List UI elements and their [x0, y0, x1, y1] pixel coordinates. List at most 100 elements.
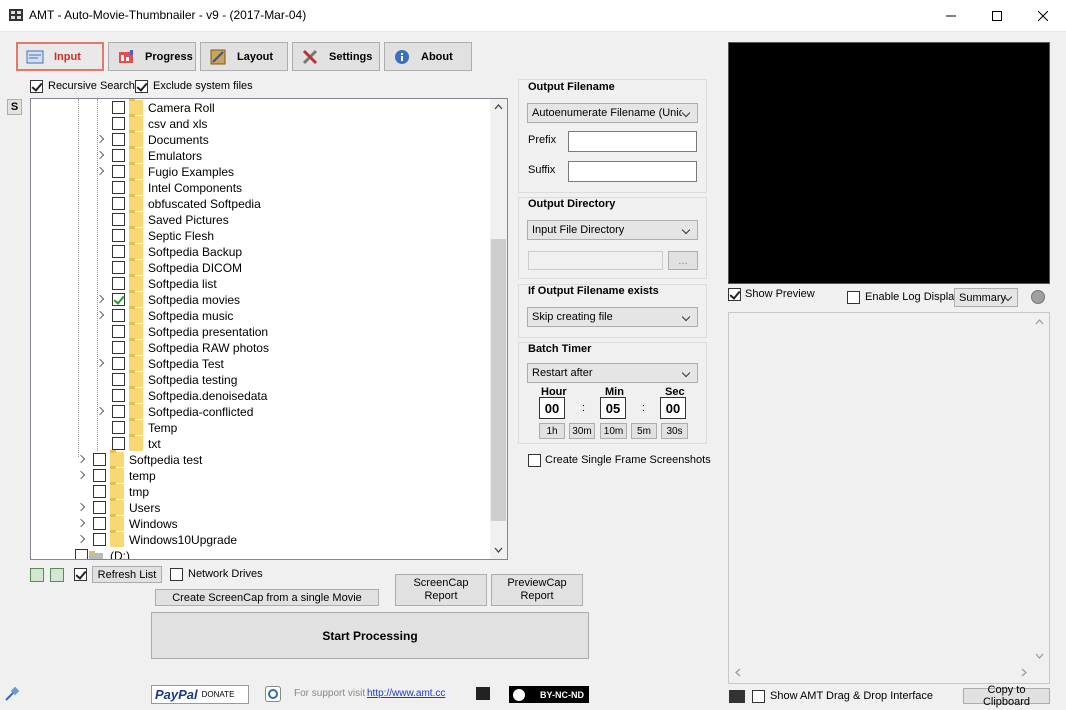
tab-layout[interactable]: Layout [200, 42, 288, 71]
refresh-list-button[interactable]: Refresh List [92, 566, 162, 583]
tree-item[interactable]: Users [31, 498, 491, 516]
tree-item[interactable]: Saved Pictures [31, 210, 491, 228]
tree-item-checkbox[interactable] [112, 117, 125, 130]
tree-item-checkbox[interactable] [93, 453, 106, 466]
scroll-down-icon[interactable] [1035, 653, 1044, 659]
chevron-right-icon[interactable] [95, 310, 105, 320]
output-directory-select[interactable]: Input File Directory [527, 220, 698, 240]
tab-input[interactable]: Input [16, 42, 104, 71]
copy-to-clipboard-button[interactable]: Copy to Clipboard [963, 684, 1050, 708]
tree-item-checkbox[interactable] [112, 213, 125, 226]
tree-item[interactable]: txt [31, 434, 491, 452]
tree-item[interactable]: csv and xls [31, 114, 491, 132]
tree-item-checkbox[interactable] [75, 549, 88, 559]
tree-item-checkbox[interactable] [93, 469, 106, 482]
tree-item[interactable]: obfuscated Softpedia [31, 194, 491, 212]
scroll-left-icon[interactable] [735, 668, 741, 677]
network-drives-checkbox[interactable] [170, 568, 183, 581]
tree-item-checkbox[interactable] [112, 389, 125, 402]
tree-item-checkbox[interactable] [112, 165, 125, 178]
maximize-button[interactable] [974, 0, 1020, 32]
tree-item[interactable]: Softpedia Test [31, 354, 491, 372]
if-exists-select[interactable]: Skip creating file [527, 307, 698, 327]
scroll-right-icon[interactable] [1021, 668, 1027, 677]
tree-item-checkbox[interactable] [112, 181, 125, 194]
tree-item-checkbox[interactable] [112, 293, 125, 306]
exclude-system-checkbox[interactable] [135, 80, 148, 93]
prefix-input[interactable] [568, 131, 697, 152]
refresh-checkbox[interactable] [74, 568, 87, 581]
tree-item-checkbox[interactable] [112, 437, 125, 450]
tree-item-checkbox[interactable] [112, 197, 125, 210]
sec-input[interactable]: 00 [660, 397, 686, 419]
chevron-right-icon[interactable] [76, 454, 86, 464]
tree-item[interactable]: Softpedia testing [31, 370, 491, 388]
chevron-right-icon[interactable] [95, 166, 105, 176]
output-filename-select[interactable]: Autoenumerate Filename (Unique [527, 103, 698, 123]
close-button[interactable] [1020, 0, 1066, 32]
start-processing-button[interactable]: Start Processing [151, 612, 589, 659]
log-display[interactable] [728, 312, 1050, 684]
tree-item[interactable]: Softpedia RAW photos [31, 338, 491, 356]
drag-drop-checkbox[interactable] [752, 690, 765, 703]
tree-item[interactable]: (D:) [31, 548, 491, 559]
tree-item-checkbox[interactable] [112, 261, 125, 274]
tree-item[interactable]: Softpedia DICOM [31, 258, 491, 276]
tree-item[interactable]: tmp [31, 482, 491, 500]
browse-directory-button[interactable]: ... [668, 251, 698, 270]
tab-about[interactable]: About [384, 42, 472, 71]
scroll-up-icon[interactable] [1035, 319, 1044, 325]
tree-item-checkbox[interactable] [112, 133, 125, 146]
tab-settings[interactable]: Settings [292, 42, 380, 71]
tree-item[interactable]: Softpedia Backup [31, 242, 491, 260]
preset-5m-button[interactable]: 5m [631, 423, 657, 439]
output-directory-path[interactable] [528, 251, 663, 270]
preset-10m-button[interactable]: 10m [600, 423, 627, 439]
tree-item-checkbox[interactable] [112, 373, 125, 386]
create-single-screencap-button[interactable]: Create ScreenCap from a single Movie [155, 589, 379, 606]
expand-all-icon[interactable] [50, 568, 64, 582]
tree-item[interactable]: Softpedia test [31, 450, 491, 468]
chevron-right-icon[interactable] [95, 358, 105, 368]
chevron-right-icon[interactable] [95, 150, 105, 160]
tree-item-checkbox[interactable] [112, 325, 125, 338]
support-icon[interactable] [265, 686, 281, 702]
batch-timer-select[interactable]: Restart after [527, 363, 698, 383]
tree-item[interactable]: Windows10Upgrade [31, 530, 491, 548]
tree-item[interactable]: Softpedia movies [31, 290, 491, 308]
tree-item[interactable]: Windows [31, 514, 491, 532]
preset-1h-button[interactable]: 1h [539, 423, 565, 439]
tree-item[interactable]: Septic Flesh [31, 226, 491, 244]
tree-item[interactable]: temp [31, 466, 491, 484]
collapse-all-icon[interactable] [30, 568, 44, 582]
tree-scrollbar[interactable] [490, 99, 507, 559]
tree-item[interactable]: Softpedia presentation [31, 322, 491, 340]
support-link[interactable]: http://www.amt.cc [367, 688, 445, 699]
min-input[interactable]: 05 [600, 397, 626, 419]
suffix-input[interactable] [568, 161, 697, 182]
tab-progress[interactable]: Progress [108, 42, 196, 71]
tree-item-checkbox[interactable] [112, 421, 125, 434]
chevron-right-icon[interactable] [76, 502, 86, 512]
tree-item[interactable]: Softpedia list [31, 274, 491, 292]
tree-item-checkbox[interactable] [93, 501, 106, 514]
chevron-right-icon[interactable] [95, 294, 105, 304]
tree-item-checkbox[interactable] [112, 277, 125, 290]
tree-item[interactable]: Softpedia-conflicted [31, 402, 491, 420]
hour-input[interactable]: 00 [539, 397, 565, 419]
tree-item[interactable]: Documents [31, 130, 491, 148]
pin-icon[interactable] [4, 686, 20, 702]
tree-item[interactable]: Temp [31, 418, 491, 436]
paypal-donate-button[interactable]: PayPal DONATE [151, 685, 249, 704]
tree-item-checkbox[interactable] [93, 517, 106, 530]
tree-item[interactable]: Emulators [31, 146, 491, 164]
recursive-search-checkbox[interactable] [30, 80, 43, 93]
tree-item[interactable]: Softpedia.denoisedata [31, 386, 491, 404]
chevron-right-icon[interactable] [76, 470, 86, 480]
screencap-report-button[interactable]: ScreenCap Report [395, 574, 487, 606]
tree-item-checkbox[interactable] [112, 229, 125, 242]
preset-30s-button[interactable]: 30s [661, 423, 688, 439]
preset-30m-button[interactable]: 30m [569, 423, 595, 439]
tree-item-checkbox[interactable] [112, 149, 125, 162]
chevron-right-icon[interactable] [76, 534, 86, 544]
